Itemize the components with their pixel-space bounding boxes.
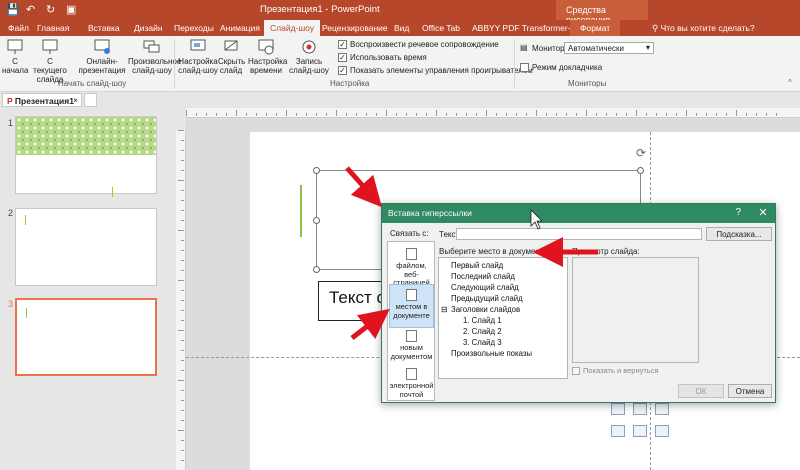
arrow-to-dialog-title <box>345 166 382 208</box>
arrow-to-place-in-doc <box>350 308 390 340</box>
mouse-cursor-icon <box>530 209 543 230</box>
annotation-arrows <box>345 166 598 340</box>
